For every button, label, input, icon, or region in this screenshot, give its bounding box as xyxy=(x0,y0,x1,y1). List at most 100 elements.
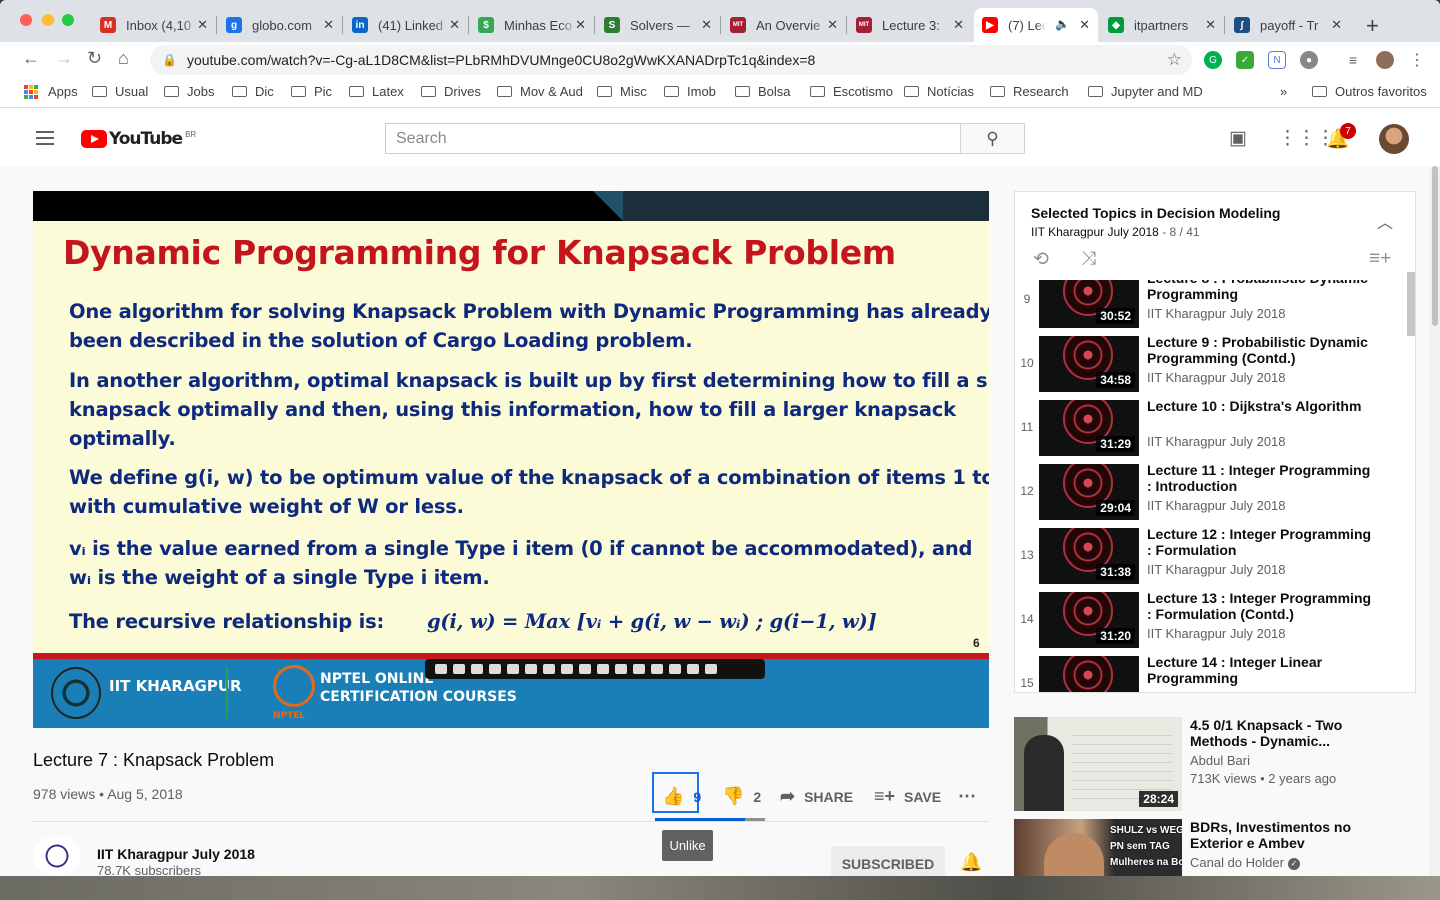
close-tab-icon[interactable]: ✕ xyxy=(1331,17,1342,33)
loop-icon[interactable]: ⟲ xyxy=(1033,248,1049,271)
playlist-thumbnail[interactable]: 34:58 xyxy=(1039,336,1139,392)
playlist-title[interactable]: Selected Topics in Decision Modeling xyxy=(1031,205,1280,221)
save-button[interactable]: ≡+ SAVE xyxy=(874,786,941,807)
playlist-item-title[interactable]: Lecture 8 : Probabilistic Dynamic Progra… xyxy=(1147,280,1373,302)
account-avatar[interactable] xyxy=(1379,124,1409,154)
bookmark-folder[interactable]: Mov & Aud xyxy=(497,84,583,99)
extension-icon[interactable]: ● xyxy=(1300,51,1318,69)
browser-tab[interactable]: ∫ payoff - Tr ✕ xyxy=(1226,8,1350,42)
playlist-thumbnail[interactable]: 31:29 xyxy=(1039,400,1139,456)
browser-tab[interactable]: in (41) Linked ✕ xyxy=(344,8,468,42)
playlist-item[interactable]: 12 29:04 Lecture 11 : Integer Programming … xyxy=(1015,460,1407,524)
search-button[interactable]: ⚲ xyxy=(960,123,1025,154)
bookmark-folder[interactable]: Jobs xyxy=(164,84,214,99)
close-tab-icon[interactable]: ✕ xyxy=(1205,17,1216,33)
bookmark-folder[interactable]: Bolsa xyxy=(735,84,791,99)
close-tab-icon[interactable]: ✕ xyxy=(449,17,460,33)
browser-tab[interactable]: MIT Lecture 3: ✕ xyxy=(848,8,972,42)
bookmark-folder[interactable]: Escotismo xyxy=(810,84,893,99)
channel-avatar[interactable] xyxy=(33,836,81,876)
new-tab-button[interactable]: + xyxy=(1366,13,1379,39)
like-button[interactable]: 👍 9 xyxy=(662,786,701,807)
note-extension-icon[interactable]: N xyxy=(1268,51,1286,69)
create-video-icon[interactable]: ▣ xyxy=(1229,127,1247,150)
playlist-item-title[interactable]: Lecture 13 : Integer Programming : Formu… xyxy=(1147,590,1373,622)
forward-icon[interactable]: → xyxy=(55,48,73,69)
close-tab-icon[interactable]: ✕ xyxy=(701,17,712,33)
playlist-item[interactable]: 9 30:52 Lecture 8 : Probabilistic Dynamic … xyxy=(1015,280,1407,332)
browser-tab[interactable]: M Inbox (4,10 ✕ xyxy=(92,8,216,42)
playlist-item[interactable]: 14 31:20 Lecture 13 : Integer Programming … xyxy=(1015,588,1407,652)
reload-icon[interactable]: ↻ xyxy=(87,48,102,69)
browser-menu-icon[interactable]: ⋮ xyxy=(1408,51,1426,69)
bookmark-folder[interactable]: Imob xyxy=(664,84,716,99)
back-icon[interactable]: ← xyxy=(22,48,40,69)
evernote-extension-icon[interactable]: ✓ xyxy=(1236,51,1254,69)
close-tab-icon[interactable]: ✕ xyxy=(323,17,334,33)
bookmark-folder[interactable]: Usual xyxy=(92,84,148,99)
profile-avatar[interactable] xyxy=(1376,51,1394,69)
playlist-item-title[interactable]: Lecture 11 : Integer Programming : Intro… xyxy=(1147,462,1373,494)
bookmark-folder[interactable]: Pic xyxy=(291,84,332,99)
close-tab-icon[interactable]: ✕ xyxy=(953,17,964,33)
bookmark-folder[interactable]: Latex xyxy=(349,84,404,99)
bookmark-folder[interactable]: Notícias xyxy=(904,84,974,99)
playlist-scrollbar[interactable] xyxy=(1407,272,1415,336)
home-icon[interactable]: ⌂ xyxy=(118,48,129,69)
audio-playing-icon[interactable]: 🔈 xyxy=(1055,17,1070,31)
close-tab-icon[interactable]: ✕ xyxy=(1079,17,1090,33)
playlist-thumbnail[interactable]: 30:52 xyxy=(1039,280,1139,328)
close-window-button[interactable] xyxy=(20,14,32,26)
more-actions-button[interactable]: ⋯ xyxy=(958,786,985,807)
bookmark-folder[interactable]: Misc xyxy=(597,84,647,99)
notification-bell-icon[interactable]: 🔔 xyxy=(960,852,982,873)
playlist-item[interactable]: 13 31:38 Lecture 12 : Integer Programming … xyxy=(1015,524,1407,588)
browser-tab[interactable]: S Solvers — ✕ xyxy=(596,8,720,42)
minimize-window-button[interactable] xyxy=(42,14,54,26)
page-scrollbar[interactable] xyxy=(1430,166,1440,876)
add-to-playlist-icon[interactable]: ≡+ xyxy=(1369,248,1391,270)
menu-icon[interactable] xyxy=(36,131,54,145)
browser-tab[interactable]: ◆ itpartners ✕ xyxy=(1100,8,1224,42)
close-tab-icon[interactable]: ✕ xyxy=(827,17,838,33)
subscribed-button[interactable]: SUBSCRIBED xyxy=(831,846,945,876)
related-thumbnail[interactable]: 28:24 xyxy=(1014,717,1182,811)
playlist-thumbnail[interactable] xyxy=(1039,656,1139,692)
browser-tab[interactable]: MIT An Overvie ✕ xyxy=(722,8,846,42)
page-scrollbar-thumb[interactable] xyxy=(1432,166,1438,326)
playlist-thumbnail[interactable]: 31:20 xyxy=(1039,592,1139,648)
playlist-thumbnail[interactable]: 29:04 xyxy=(1039,464,1139,520)
playlist-item-title[interactable]: Lecture 12 : Integer Programming : Formu… xyxy=(1147,526,1373,558)
search-input[interactable]: Search xyxy=(385,123,961,154)
shuffle-icon[interactable]: ⤨ xyxy=(1081,248,1096,270)
channel-name[interactable]: IIT Kharagpur July 2018 xyxy=(97,846,255,862)
related-channel[interactable]: Abdul Bari xyxy=(1190,753,1250,768)
related-title[interactable]: 4.5 0/1 Knapsack - Two Methods - Dynamic… xyxy=(1190,717,1400,749)
collapse-chevron-icon[interactable]: ︿ xyxy=(1377,209,1393,233)
video-player[interactable]: Dynamic Programming for Knapsack Problem… xyxy=(33,191,989,728)
bookmarks-overflow-button[interactable]: » xyxy=(1280,84,1287,99)
bookmark-folder[interactable]: Research xyxy=(990,84,1069,99)
dislike-button[interactable]: 👎 2 xyxy=(722,786,761,807)
related-channel[interactable]: Canal do Holder ✓ xyxy=(1190,855,1300,870)
playlist-item-title[interactable]: Lecture 10 : Dijkstra's Algorithm xyxy=(1147,398,1373,414)
related-title[interactable]: BDRs, Investimentos no Exterior e Ambev xyxy=(1190,819,1400,851)
bookmark-folder[interactable]: Dic xyxy=(232,84,274,99)
related-video[interactable]: SHULZ vs WEG PN sem TAG Mulheres na Bolsa B… xyxy=(1014,819,1424,876)
share-button[interactable]: ➦ SHARE xyxy=(780,786,853,807)
playlist-thumbnail[interactable]: 31:38 xyxy=(1039,528,1139,584)
maximize-window-button[interactable] xyxy=(62,14,74,26)
playlist-item[interactable]: 11 31:29 Lecture 10 : Dijkstra's Algorithm… xyxy=(1015,396,1407,460)
browser-tab[interactable]: $ Minhas Eco ✕ xyxy=(470,8,594,42)
bookmark-folder[interactable]: Jupyter and MD xyxy=(1088,84,1203,99)
related-video[interactable]: 28:24 4.5 0/1 Knapsack - Two Methods - Dy… xyxy=(1014,717,1424,813)
browser-tab[interactable]: ▶ (7) Lec 🔈 ✕ xyxy=(974,8,1098,42)
playlist-channel[interactable]: IIT Kharagpur July 2018 xyxy=(1031,225,1159,239)
other-bookmarks-folder[interactable]: Outros favoritos xyxy=(1312,84,1427,99)
playlist-item[interactable]: 15 Lecture 14 : Integer Linear Programmin… xyxy=(1015,652,1407,692)
bookmark-star-icon[interactable]: ☆ xyxy=(1167,50,1182,70)
media-queue-icon[interactable]: ≡ xyxy=(1344,51,1362,69)
apps-shortcut[interactable]: Apps xyxy=(24,84,78,99)
playlist-item[interactable]: 10 34:58 Lecture 9 : Probabilistic Dynamic… xyxy=(1015,332,1407,396)
address-bar[interactable]: 🔒 youtube.com/watch?v=-Cg-aL1D8CM&list=P… xyxy=(150,45,1192,75)
